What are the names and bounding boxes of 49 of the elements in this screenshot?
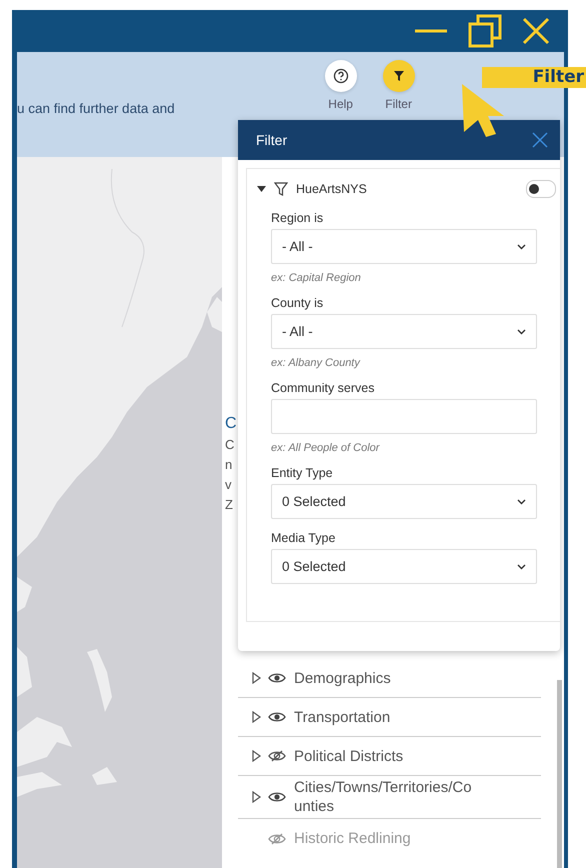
chevron-icon (517, 244, 526, 250)
restore-icon[interactable] (468, 14, 502, 48)
section-heading: C (225, 414, 237, 434)
layer-name[interactable]: Political Districts (294, 744, 504, 768)
dropdown[interactable]: - All - (271, 229, 537, 264)
chevron-icon (517, 328, 526, 334)
expand-icon[interactable] (252, 711, 262, 723)
eye-icon[interactable] (268, 671, 286, 685)
field-label: Media Type (271, 531, 336, 545)
intro-text: u can find further data and (17, 101, 175, 116)
field-label: Region is (271, 211, 324, 225)
filter-icon (392, 70, 405, 82)
layer-name[interactable]: Demographics (294, 666, 504, 690)
expand-icon[interactable] (252, 672, 262, 684)
caret-icon[interactable] (257, 185, 266, 193)
layer-name[interactable]: Transportation (294, 706, 504, 728)
field-label: Entity Type (271, 466, 334, 480)
eye-icon[interactable] (268, 790, 286, 804)
cursor-icon (460, 82, 506, 138)
info-text: v (225, 476, 232, 494)
field-label: County is (271, 296, 324, 310)
dropdown[interactable]: 0 Selected (271, 484, 537, 519)
hint-text: ex: All People of Color (271, 442, 381, 454)
eye-slash-icon[interactable] (268, 749, 286, 763)
input-field[interactable] (271, 399, 537, 434)
dropdown[interactable]: - All - (271, 314, 537, 349)
expand-icon[interactable] (252, 791, 262, 803)
filter-icon (274, 182, 288, 196)
field-label: Community serves (271, 381, 376, 395)
help-icon (332, 68, 349, 84)
chevron-icon (517, 564, 526, 570)
info-text: Z (225, 496, 233, 514)
dropdown[interactable]: 0 Selected (271, 549, 537, 584)
hint-text: ex: Albany County (271, 357, 362, 369)
eye-icon[interactable] (268, 710, 286, 724)
expand-icon[interactable] (252, 750, 262, 762)
info-text: C (225, 436, 234, 454)
info-text: n (225, 456, 232, 474)
callout-label: Filter (482, 67, 586, 88)
panel-title: Filter (256, 132, 288, 148)
minimize-icon[interactable] (414, 28, 448, 34)
toggle-switch[interactable] (526, 180, 556, 198)
close-icon[interactable] (532, 132, 548, 148)
scrollbar[interactable] (557, 680, 562, 868)
close-icon[interactable] (522, 17, 550, 45)
hint-text: ex: Capital Region (271, 272, 362, 284)
layer-name[interactable]: Cities/Towns/Territories/Co unties (294, 776, 504, 818)
chevron-icon (517, 498, 526, 504)
group-name: HueArtsNYS (296, 182, 368, 196)
